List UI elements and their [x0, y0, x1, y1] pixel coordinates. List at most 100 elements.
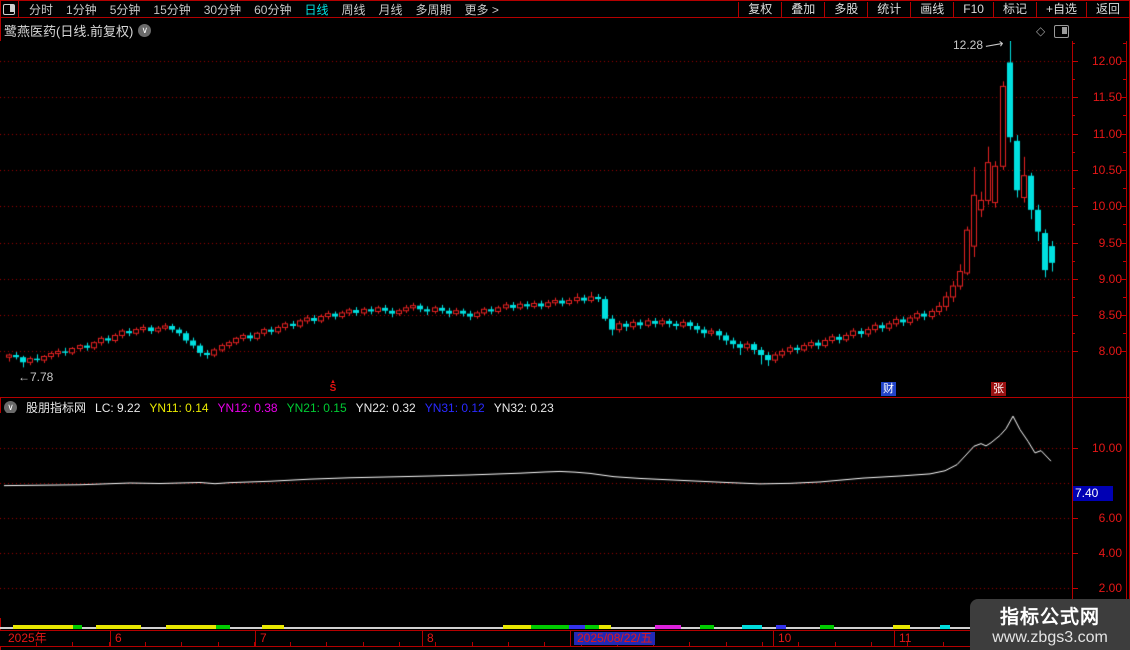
action-item-4[interactable]: 画线 — [910, 1, 953, 17]
date-label-0[interactable]: 2025年 — [8, 632, 47, 645]
date-axis-bottom-border — [0, 646, 1130, 647]
period-item-1[interactable]: 1分钟 — [66, 1, 97, 18]
price-axis-tick — [1072, 97, 1078, 98]
date-label-5[interactable]: 10 — [778, 632, 791, 645]
period-item-6[interactable]: 日线 — [304, 1, 328, 18]
ribbon-segment — [700, 625, 714, 629]
period-item-0[interactable]: 分时 — [29, 1, 53, 18]
month-separator — [773, 631, 774, 646]
date-label-6[interactable]: 11 — [899, 632, 911, 645]
price-axis-label-6: 9.00 — [1098, 271, 1122, 286]
price-axis-tick — [1072, 61, 1078, 62]
action-menu: 复权 叠加 多股 统计 画线 F10 标记 +自选 返回 — [738, 1, 1130, 17]
event-flag-2[interactable]: 张 — [991, 382, 1006, 396]
date-axis[interactable]: 2025年 6 7 8 2025/08/22/五 10 11 — [0, 631, 1130, 646]
price-axis-tick — [1123, 333, 1126, 334]
selected-date-label[interactable]: 2025/08/22/五 — [574, 632, 656, 645]
price-axis-label-1: 11.50 — [1092, 90, 1122, 105]
price-axis-tick — [1120, 61, 1126, 62]
diamond-icon[interactable]: ◇ — [1036, 24, 1045, 38]
chevron-down-icon[interactable]: ∨ — [138, 24, 152, 37]
action-item-7[interactable]: +自选 — [1035, 1, 1086, 17]
action-item-0[interactable]: 复权 — [738, 1, 781, 17]
price-axis-tick — [1072, 279, 1078, 280]
price-axis-label-3: 10.50 — [1091, 162, 1122, 177]
price-axis-tick — [1120, 134, 1126, 135]
price-axis-label-4: 10.00 — [1091, 199, 1122, 214]
indicator-axis-label-2: 4.00 — [1098, 546, 1122, 560]
event-flag-1[interactable]: 财 — [881, 382, 896, 396]
action-item-3[interactable]: 统计 — [867, 1, 910, 17]
month-separator — [110, 631, 111, 646]
date-tick — [508, 642, 509, 646]
period-item-8[interactable]: 月线 — [379, 1, 403, 18]
price-axis-tick — [1120, 97, 1126, 98]
watermark-url: www.zbgs3.com — [992, 629, 1108, 646]
ribbon-segment — [655, 625, 681, 629]
date-tick — [218, 642, 219, 646]
date-tick — [145, 642, 146, 646]
action-item-8[interactable]: 返回 — [1085, 1, 1130, 17]
ribbon-segment — [940, 625, 950, 629]
period-item-9[interactable]: 多周期 — [416, 1, 452, 18]
indicator-canvas[interactable] — [0, 413, 1072, 618]
action-item-1[interactable]: 叠加 — [781, 1, 824, 17]
ribbon-segment — [216, 625, 230, 629]
price-axis-tick — [1123, 261, 1126, 262]
layout-panel-icon[interactable] — [0, 1, 19, 17]
current-value-badge: 7.40 — [1073, 485, 1113, 501]
price-axis-tick — [1123, 224, 1126, 225]
date-label-1[interactable]: 6 — [115, 632, 122, 645]
date-tick — [181, 642, 182, 646]
date-tick — [435, 642, 436, 646]
price-axis-tick — [1120, 206, 1126, 207]
date-tick — [290, 642, 291, 646]
price-axis-tick — [1072, 188, 1075, 189]
main-chart-canvas[interactable] — [0, 41, 1072, 397]
price-axis-tick — [1120, 315, 1126, 316]
date-tick — [72, 642, 73, 646]
month-separator — [422, 631, 423, 646]
price-axis-tick — [1123, 188, 1126, 189]
watermark-badge: 指标公式网 www.zbgs3.com — [970, 599, 1130, 650]
axis-separator-line — [1072, 41, 1073, 647]
trading-app-window: 分时 1分钟 5分钟 15分钟 30分钟 60分钟 日线 周线 月线 多周期 更多 > 复权 叠加 多股… — [0, 0, 1130, 650]
date-tick — [726, 642, 727, 646]
signal-marker-s: ▲ S — [329, 379, 337, 394]
period-item-2[interactable]: 5分钟 — [110, 1, 141, 18]
date-tick — [399, 642, 400, 646]
date-tick — [689, 642, 690, 646]
date-label-3[interactable]: 8 — [427, 632, 434, 645]
action-item-6[interactable]: 标记 — [992, 1, 1036, 17]
action-item-5[interactable]: F10 — [953, 1, 993, 17]
price-axis-tick — [1072, 79, 1075, 80]
date-label-2[interactable]: 7 — [260, 632, 267, 645]
period-item-10[interactable]: 更多 > — [465, 1, 499, 18]
date-tick — [943, 642, 944, 646]
date-tick — [871, 642, 872, 646]
period-item-7[interactable]: 周线 — [341, 1, 365, 18]
ribbon-segment — [820, 625, 834, 629]
ribbon-segment — [599, 625, 611, 629]
ribbon-segment — [569, 625, 585, 629]
window-split-icon[interactable] — [1054, 24, 1070, 38]
period-item-5[interactable]: 60分钟 — [254, 1, 291, 18]
axis-right-border — [1126, 41, 1127, 647]
date-tick — [798, 642, 799, 646]
stock-title: 鹭燕医药(日线.前复权) — [4, 24, 134, 39]
price-axis-tick — [1072, 297, 1075, 298]
price-axis-tick — [1072, 261, 1075, 262]
price-axis-tick — [1072, 243, 1078, 244]
date-tick — [835, 642, 836, 646]
month-separator — [570, 631, 571, 646]
ribbon-segment — [73, 625, 82, 629]
indicator-axis-label-1: 6.00 — [1098, 511, 1122, 525]
period-item-3[interactable]: 15分钟 — [153, 1, 190, 18]
price-axis-tick — [1123, 152, 1126, 153]
ribbon-segment — [776, 625, 786, 629]
period-menu: 分时 1分钟 5分钟 15分钟 30分钟 60分钟 日线 周线 月线 多周期 更多 > — [19, 1, 499, 18]
action-item-2[interactable]: 多股 — [824, 1, 867, 17]
watermark-title: 指标公式网 — [999, 607, 1100, 628]
ribbon-segment — [585, 625, 599, 629]
period-item-4[interactable]: 30分钟 — [204, 1, 241, 18]
